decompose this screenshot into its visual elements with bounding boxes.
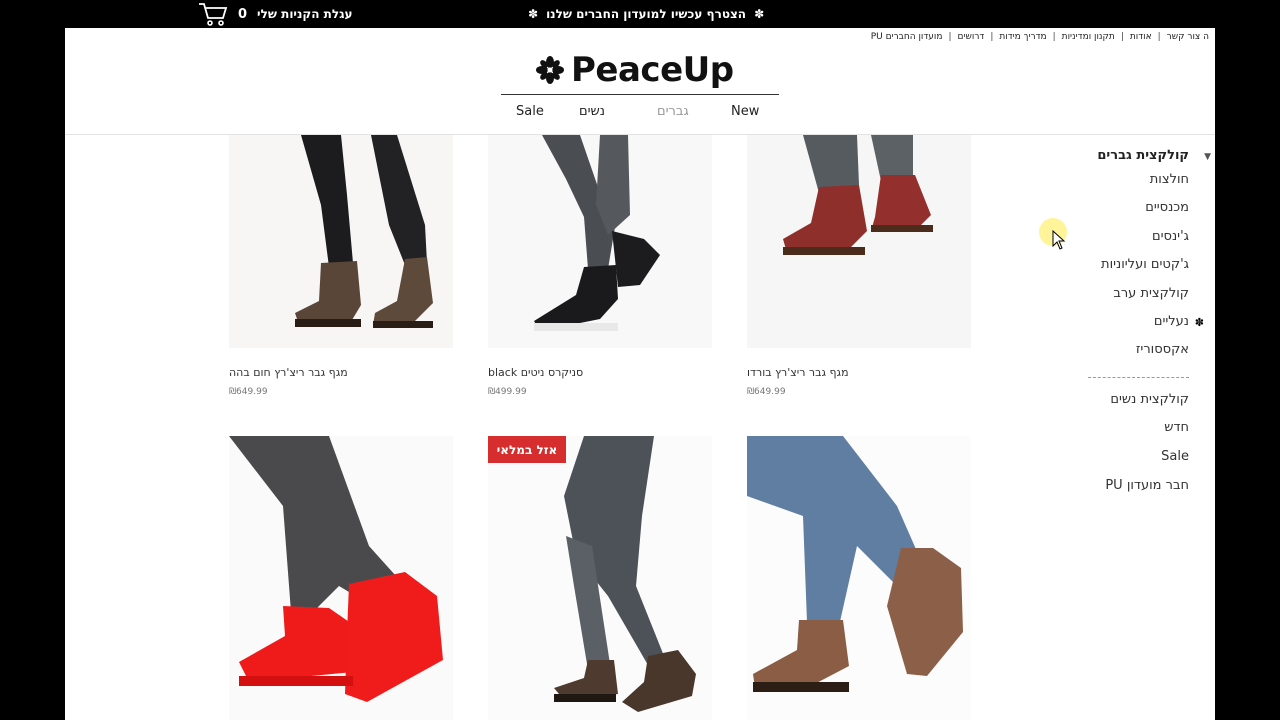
main-nav: Sale נשים גברים New: [495, 104, 785, 128]
cart-icon[interactable]: [198, 1, 228, 27]
flower-icon: ✽: [1194, 315, 1204, 329]
product-price: ₪649.99: [229, 387, 268, 397]
link-about[interactable]: אודות: [1124, 32, 1158, 42]
product-image[interactable]: [747, 436, 971, 720]
link-terms[interactable]: תקנון ומדיניות: [1056, 32, 1121, 42]
sidebar-heading-label: קולקצית גברים: [1097, 148, 1189, 163]
link-jobs[interactable]: דרושים: [952, 32, 991, 42]
category-sidebar: ▼ קולקצית גברים חולצות מכנסיים ג'ינסים ג…: [1059, 148, 1211, 507]
flower-icon: ✽: [754, 7, 765, 21]
sidebar-item-sale[interactable]: Sale: [1059, 449, 1189, 478]
sidebar-item-label: נעליים: [1153, 313, 1189, 329]
logo-divider: [501, 94, 779, 95]
nav-men[interactable]: גברים: [657, 104, 689, 119]
chevron-down-icon: ▼: [1204, 152, 1211, 162]
nav-new[interactable]: New: [731, 104, 759, 119]
flower-logo-icon: [536, 56, 564, 84]
sidebar-divider: [1088, 376, 1189, 378]
sidebar-item-jeans[interactable]: ג'ינסים: [1059, 229, 1189, 257]
promo-text[interactable]: הצטרף עכשיו למועדון החברים שלנו: [546, 7, 746, 21]
product-image[interactable]: [747, 135, 971, 348]
sidebar-item-jackets[interactable]: ג'קטים ועליוניות: [1059, 257, 1189, 285]
promo-link[interactable]: ✽ הצטרף עכשיו למועדון החברים שלנו ✽: [528, 0, 764, 28]
sidebar-item-new[interactable]: חדש: [1059, 420, 1189, 449]
top-bar: 0 עגלת הקניות שלי ✽ הצטרף עכשיו למועדון …: [0, 0, 1280, 28]
nav-women[interactable]: נשים: [579, 104, 605, 119]
product-image[interactable]: [488, 436, 712, 720]
sidebar-heading-men[interactable]: ▼ קולקצית גברים: [1059, 148, 1211, 172]
cart-count: 0: [238, 6, 248, 22]
link-size-guide[interactable]: מדריך מידות: [993, 32, 1052, 42]
nav-sale[interactable]: Sale: [516, 104, 544, 119]
product-image[interactable]: [229, 135, 453, 348]
utility-links: ה צור קשר | אודות | תקנון ומדיניות | מדר…: [865, 30, 1215, 44]
logo-text: PeaceUp: [571, 50, 734, 90]
product-image[interactable]: [488, 135, 712, 348]
cart-widget[interactable]: 0 עגלת הקניות שלי: [198, 0, 352, 28]
sidebar-item-women[interactable]: קולקצית נשים: [1059, 392, 1189, 421]
sidebar-item-shoes[interactable]: ✽ נעליים: [1059, 313, 1204, 342]
product-name[interactable]: מגף גבר ריצ'רץ חום בהה: [229, 366, 348, 379]
sidebar-item-pants[interactable]: מכנסיים: [1059, 200, 1189, 228]
sidebar-item-club[interactable]: חבר מועדון PU: [1059, 478, 1189, 507]
sidebar-item-accessories[interactable]: אקססוריז: [1059, 342, 1189, 370]
sidebar-item-shirts[interactable]: חולצות: [1059, 172, 1189, 200]
sold-out-badge: אזל במלאי: [488, 436, 566, 463]
cart-label[interactable]: עגלת הקניות שלי: [257, 7, 352, 21]
page: ה צור קשר | אודות | תקנון ומדיניות | מדר…: [65, 28, 1215, 720]
product-price: ₪499.99: [488, 387, 527, 397]
flower-icon: ✽: [528, 7, 539, 21]
mouse-pointer-icon: [1052, 230, 1066, 250]
product-name[interactable]: מגף גבר ריצ'רץ בורדו: [747, 366, 849, 379]
product-price: ₪649.99: [747, 387, 786, 397]
product-name[interactable]: סניקרס ניטים black: [488, 366, 583, 379]
sidebar-item-evening[interactable]: קולקצית ערב: [1059, 286, 1189, 314]
link-contact[interactable]: ה צור קשר: [1161, 32, 1215, 42]
site-logo[interactable]: PeaceUp: [535, 50, 734, 90]
link-club[interactable]: מועדון החברים PU: [865, 32, 949, 42]
product-image[interactable]: [229, 436, 453, 720]
